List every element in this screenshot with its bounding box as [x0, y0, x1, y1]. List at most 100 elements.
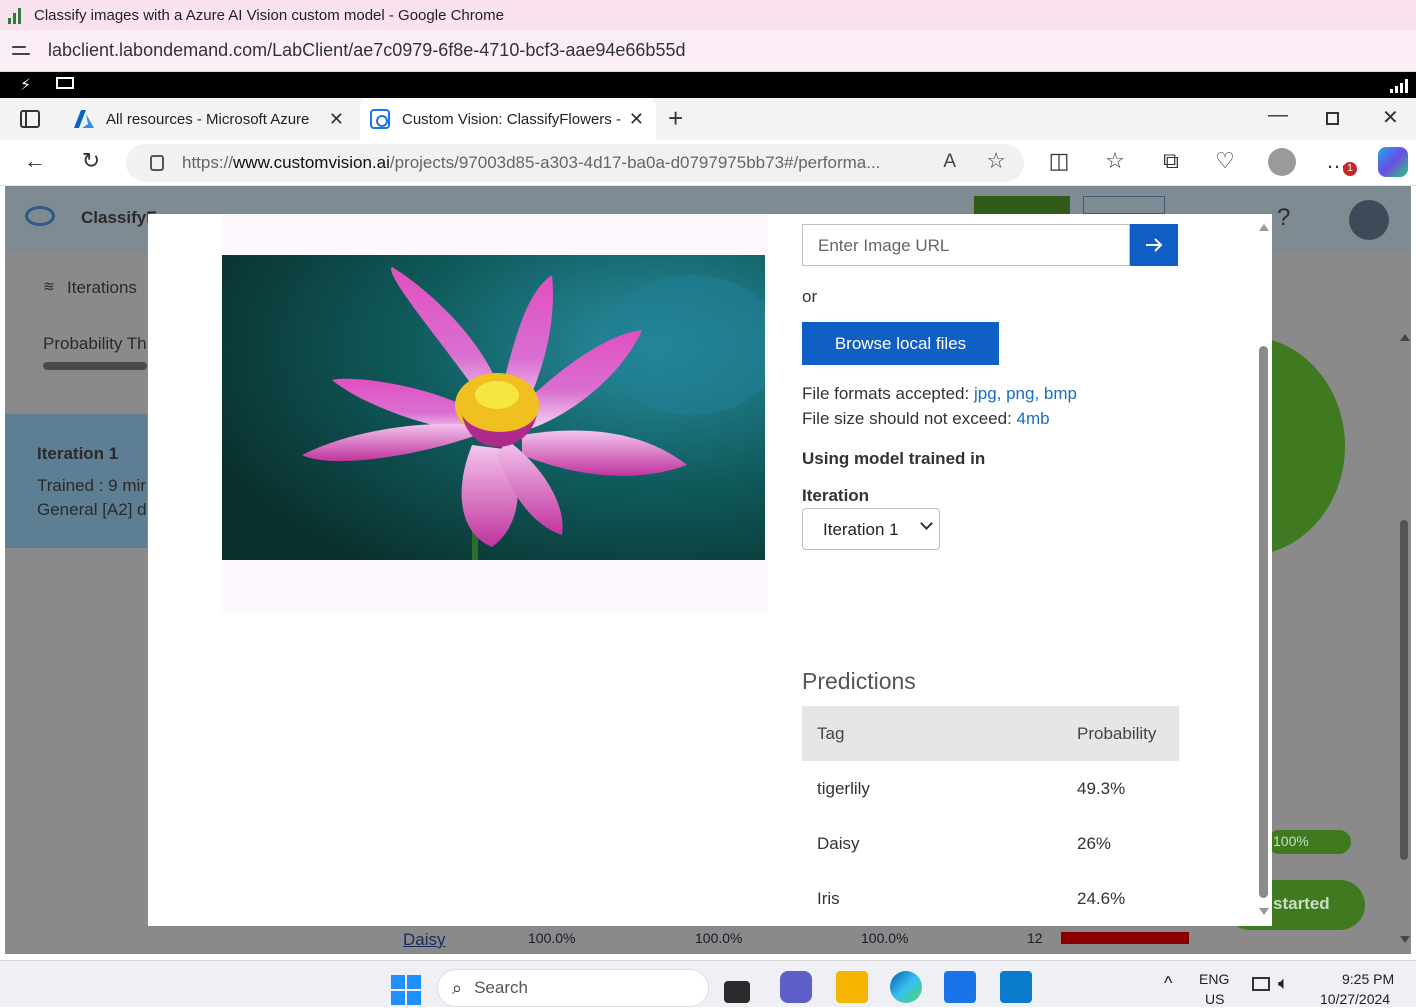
iteration-label: Iteration	[802, 486, 870, 505]
volume-icon[interactable]: 🔈︎	[1278, 973, 1289, 994]
copilot-icon[interactable]	[1378, 147, 1408, 177]
size-info: File size should not exceed: 4mb	[802, 409, 1050, 429]
vscode-icon[interactable]	[1000, 971, 1032, 1003]
chrome-url-text[interactable]: labclient.labondemand.com/LabClient/ae7c…	[48, 40, 685, 61]
close-tab-icon[interactable]: ✕	[629, 109, 644, 130]
teams-icon[interactable]	[780, 971, 812, 1003]
model-heading: Using model trained in	[802, 449, 986, 468]
scroll-down-icon[interactable]	[1259, 908, 1269, 915]
refresh-icon[interactable]: ↻	[76, 148, 106, 174]
close-tab-icon[interactable]: ✕	[329, 109, 344, 130]
clock-time[interactable]: 9:25 PM	[1342, 971, 1394, 987]
lab-favicon-icon	[8, 6, 26, 24]
language-label[interactable]: ENG	[1199, 971, 1229, 987]
lab-toolbar: ⚡	[0, 72, 1416, 98]
prediction-probability: 26%	[1077, 834, 1112, 853]
probability-label: Probability Th	[43, 334, 147, 353]
chrome-address-bar: labclient.labondemand.com/LabClient/ae7c…	[0, 30, 1416, 72]
iteration-card[interactable]: Iteration 1 Trained : 9 mir General [A2]…	[5, 414, 147, 548]
chevron-up-icon[interactable]: ^	[1164, 973, 1172, 994]
modal-scrollbar[interactable]	[1256, 214, 1272, 926]
notification-badge: 1	[1343, 162, 1357, 176]
lightning-icon[interactable]: ⚡	[20, 75, 31, 95]
ap-value: 100.0%	[861, 930, 909, 946]
taskbar-search[interactable]: ⌕ Search	[437, 969, 709, 1007]
scroll-thumb[interactable]	[1400, 520, 1408, 860]
url-path: /projects/97003d85-a303-4d17-ba0a-d07979…	[389, 153, 881, 172]
iteration-domain: General [A2] d	[37, 500, 147, 519]
favorites-icon[interactable]: ☆	[1100, 148, 1130, 174]
windows-start-icon[interactable]	[391, 975, 421, 1005]
submit-url-button[interactable]	[1130, 224, 1178, 266]
tag-performance-row: Daisy 100.0% 100.0% 100.0% 12	[350, 926, 1350, 954]
modal-scroll-thumb[interactable]	[1259, 346, 1268, 898]
probability-column-header: Probability	[1077, 724, 1157, 743]
custom-vision-logo-icon	[370, 109, 390, 129]
arrow-right-icon	[1146, 238, 1163, 252]
clock-date[interactable]: 10/27/2024	[1320, 991, 1390, 1007]
predictions-header: Tag Probability	[802, 706, 1179, 761]
table-row: tigerlily 49.3%	[802, 761, 1179, 816]
quick-test-button[interactable]	[1083, 196, 1165, 214]
edge-url-field[interactable]: https://www.customvision.ai/projects/970…	[126, 144, 1024, 182]
train-button[interactable]	[974, 196, 1070, 214]
edge-icon[interactable]	[890, 971, 922, 1003]
minimize-icon[interactable]: —	[1268, 104, 1288, 127]
scroll-up-icon[interactable]	[1259, 224, 1269, 231]
monitor-icon[interactable]	[56, 77, 74, 89]
tab-actions-icon[interactable]	[20, 110, 40, 128]
profile-avatar[interactable]	[1268, 148, 1296, 176]
tab-custom-vision[interactable]: Custom Vision: ClassifyFlowers - ✕	[360, 98, 656, 140]
region-label[interactable]: US	[1205, 991, 1224, 1007]
file-explorer-icon[interactable]	[836, 971, 868, 1003]
tab-azure-resources[interactable]: All resources - Microsoft Azure ✕	[70, 98, 356, 140]
layers-icon: ≋	[43, 278, 55, 294]
browse-local-files-button[interactable]: Browse local files	[802, 322, 999, 365]
user-avatar[interactable]	[1349, 200, 1389, 240]
split-screen-icon[interactable]: ◫	[1044, 148, 1074, 174]
iteration-trained: Trained : 9 mir	[37, 476, 146, 495]
image-url-input[interactable]: Enter Image URL	[802, 224, 1130, 266]
back-icon[interactable]: ←	[20, 148, 50, 174]
predictions-title: Predictions	[802, 668, 916, 694]
table-row: Daisy 26%	[802, 816, 1179, 871]
azure-logo-icon	[74, 110, 94, 128]
lock-icon[interactable]	[150, 155, 164, 171]
collections-icon[interactable]: ⧉	[1156, 148, 1186, 174]
task-view-icon[interactable]	[724, 981, 750, 1003]
tag-link[interactable]: Daisy	[403, 930, 446, 950]
or-text: or	[802, 287, 818, 306]
prediction-probability: 49.3%	[1077, 779, 1126, 798]
iteration-select[interactable]: Iteration 1	[802, 508, 940, 550]
tag-column-header: Tag	[817, 724, 845, 743]
close-window-icon[interactable]: ✕	[1382, 105, 1399, 130]
image-count: 12	[1027, 930, 1043, 946]
table-row: Iris 24.6%	[802, 871, 1179, 926]
help-icon[interactable]: ?	[1277, 204, 1290, 232]
iteration-selected-value: Iteration 1	[823, 520, 899, 539]
restore-icon[interactable]	[1326, 112, 1339, 125]
quick-test-modal: Enter Image URL or Browse local files Fi…	[148, 214, 1272, 926]
network-icon[interactable]	[1252, 977, 1270, 991]
store-icon[interactable]	[944, 971, 976, 1003]
edge-tab-strip: All resources - Microsoft Azure ✕ Custom…	[0, 98, 1416, 140]
iterations-label: Iterations	[67, 278, 137, 297]
page-scrollbar[interactable]	[1398, 330, 1412, 950]
site-settings-icon[interactable]	[12, 40, 34, 62]
probability-slider[interactable]	[43, 362, 147, 370]
predictions-table: Tag Probability tigerlily 49.3% Daisy 26…	[802, 706, 1179, 926]
system-tray: ^ ENG US 🔈︎ 9:25 PM 10/27/2024	[1160, 961, 1416, 1008]
url-domain: www.customvision.ai	[233, 153, 390, 172]
read-aloud-icon[interactable]: A	[943, 151, 956, 173]
new-tab-icon[interactable]: +	[668, 103, 683, 134]
iterations-sidebar: ≋ Iterations Probability Th	[5, 252, 147, 954]
formats-value: jpg, png, bmp	[973, 384, 1077, 403]
scroll-up-icon[interactable]	[1400, 334, 1410, 341]
iteration-title: Iteration 1	[37, 444, 119, 463]
project-name[interactable]: ClassifyF	[81, 208, 157, 228]
scroll-down-icon[interactable]	[1400, 936, 1410, 943]
count-bar	[1061, 932, 1189, 944]
favorite-star-icon[interactable]: ☆	[986, 148, 1006, 174]
browser-essentials-icon[interactable]: ♡	[1210, 148, 1240, 174]
url-prefix: https://	[182, 153, 234, 172]
